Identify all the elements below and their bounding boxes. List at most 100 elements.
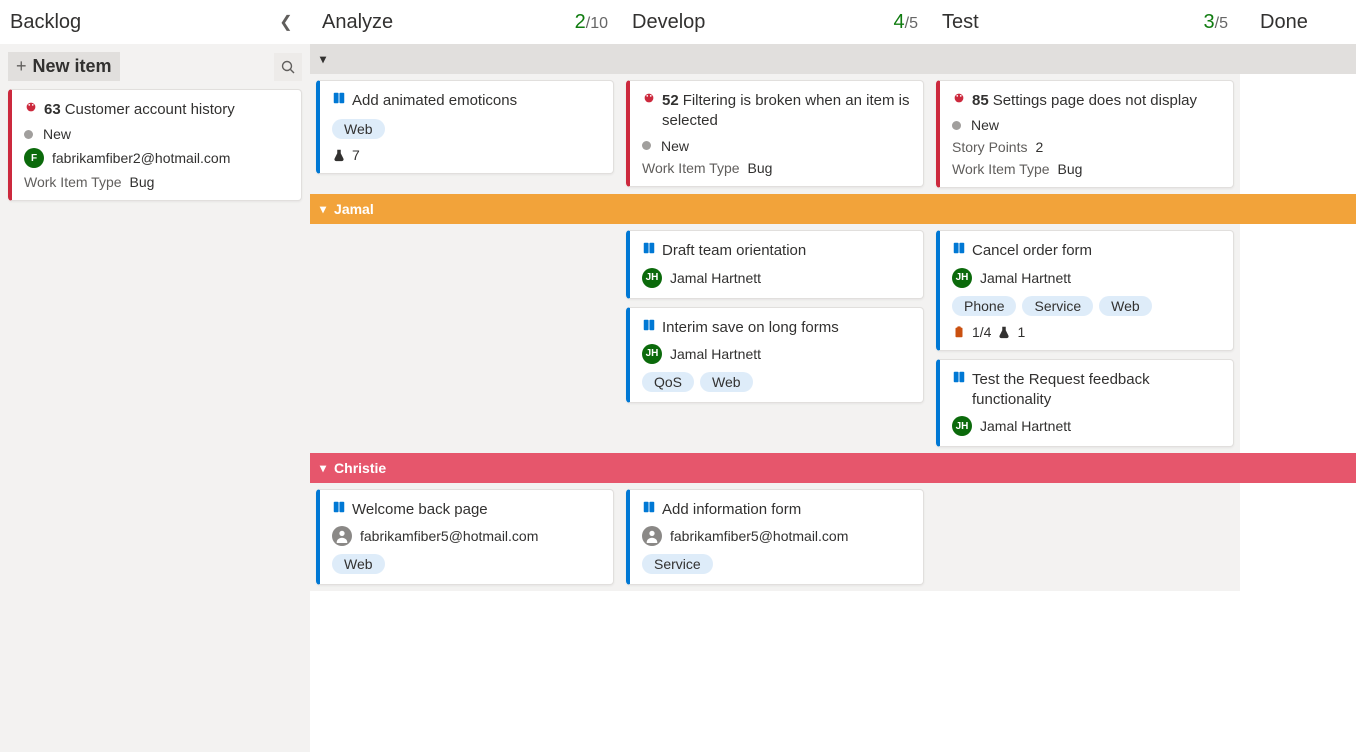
column-header-done: Done (1240, 0, 1356, 44)
field-value: Bug (130, 174, 155, 190)
new-item-label: New item (33, 56, 112, 77)
story-icon (952, 370, 966, 384)
story-icon (332, 91, 346, 105)
tag: Web (332, 554, 385, 574)
avatar (332, 526, 352, 546)
wip-counter: 4/5 (894, 11, 918, 34)
cell-develop-jamal: Draft team orientation JHJamal Hartnett … (620, 224, 930, 453)
cell-done-unassigned (1240, 74, 1356, 194)
collapse-backlog-icon[interactable]: ❮ (274, 12, 298, 32)
wip-counter: 2/10 (575, 11, 608, 34)
assignee: Jamal Hartnett (670, 270, 761, 286)
card-analyze-welcome[interactable]: Welcome back page fabrikamfiber5@hotmail… (316, 489, 614, 585)
chevron-down-icon: ▾ (320, 52, 326, 66)
cell-analyze-christie: Welcome back page fabrikamfiber5@hotmail… (310, 483, 620, 591)
card-backlog-63[interactable]: 63Customer account history New Ffabrikam… (8, 89, 302, 201)
swimlane-header-unassigned[interactable]: ▾ (310, 44, 1356, 74)
chevron-down-icon: ▾ (320, 202, 326, 216)
chevron-down-icon: ▾ (320, 461, 326, 475)
field-label: Work Item Type (642, 160, 740, 176)
tag: Service (642, 554, 713, 574)
field-value: Bug (1058, 161, 1083, 177)
cell-test-jamal: Cancel order form JHJamal Hartnett Phone… (930, 224, 1240, 453)
plus-icon: + (16, 56, 27, 77)
checklist-icon (952, 325, 966, 339)
card-develop-orientation[interactable]: Draft team orientation JHJamal Hartnett (626, 230, 924, 298)
field-value: 2 (1035, 139, 1043, 155)
bug-icon (952, 91, 966, 105)
avatar: JH (952, 268, 972, 288)
flask-icon (997, 325, 1011, 339)
new-item-button[interactable]: + New item (8, 52, 120, 81)
field-value: Bug (748, 160, 773, 176)
field-label: Work Item Type (24, 174, 122, 190)
assignee: fabrikamfiber5@hotmail.com (360, 528, 538, 544)
story-icon (952, 241, 966, 255)
column-header-analyze: Analyze 2/10 (310, 0, 620, 44)
cell-develop-unassigned: 52Filtering is broken when an item is se… (620, 74, 930, 194)
card-analyze-emoticons[interactable]: Add animated emoticons Web 7 (316, 80, 614, 174)
assignee: Jamal Hartnett (980, 270, 1071, 286)
swimlane-name: Christie (334, 460, 386, 476)
avatar: JH (642, 344, 662, 364)
cell-analyze-jamal (310, 224, 620, 453)
test-count: 1 (1017, 324, 1025, 340)
cell-analyze-unassigned: Add animated emoticons Web 7 (310, 74, 620, 194)
tag: QoS (642, 372, 694, 392)
card-test-feedback[interactable]: Test the Request feedback functionality … (936, 359, 1234, 448)
state-value: New (43, 126, 71, 142)
bug-icon (24, 100, 38, 114)
assignee: fabrikamfiber5@hotmail.com (670, 528, 848, 544)
column-title: Test (942, 11, 979, 34)
card-develop-interim-save[interactable]: Interim save on long forms JHJamal Hartn… (626, 307, 924, 403)
wip-counter: 3/5 (1204, 11, 1228, 34)
field-label: Work Item Type (952, 161, 1050, 177)
column-header-develop: Develop 4/5 (620, 0, 930, 44)
column-title: Develop (632, 11, 705, 34)
state-value: New (661, 138, 689, 154)
bug-icon (642, 91, 656, 105)
card-develop-add-info[interactable]: Add information form fabrikamfiber5@hotm… (626, 489, 924, 585)
avatar: JH (642, 268, 662, 288)
search-icon (281, 60, 295, 74)
state-dot-icon (952, 121, 961, 130)
avatar: F (24, 148, 44, 168)
swimlane-header-christie[interactable]: ▾ Christie (310, 453, 1356, 483)
cell-done-christie (1240, 483, 1356, 591)
tag: Web (700, 372, 753, 392)
person-icon (645, 529, 659, 543)
assignee: Jamal Hartnett (980, 418, 1071, 434)
state-dot-icon (24, 130, 33, 139)
tag: Service (1022, 296, 1093, 316)
swimlane-name: Jamal (334, 201, 374, 217)
column-header-test: Test 3/5 (930, 0, 1240, 44)
card-test-85[interactable]: 85Settings page does not display New Sto… (936, 80, 1234, 188)
column-title: Done (1260, 11, 1308, 34)
tag: Phone (952, 296, 1016, 316)
tag: Web (1099, 296, 1152, 316)
column-header-backlog: Backlog ❮ (0, 0, 310, 44)
assignee: fabrikamfiber2@hotmail.com (52, 150, 230, 166)
column-title: Analyze (322, 11, 393, 34)
search-button[interactable] (274, 53, 302, 81)
column-title: Backlog (10, 11, 81, 34)
story-icon (642, 241, 656, 255)
assignee: Jamal Hartnett (670, 346, 761, 362)
story-icon (332, 500, 346, 514)
backlog-column: + New item 63Customer account history Ne… (0, 44, 310, 752)
test-count: 7 (352, 147, 360, 163)
avatar (642, 526, 662, 546)
cell-test-unassigned: 85Settings page does not display New Sto… (930, 74, 1240, 194)
checklist-value: 1/4 (972, 324, 991, 340)
card-test-cancel-order[interactable]: Cancel order form JHJamal Hartnett Phone… (936, 230, 1234, 350)
cell-done-jamal (1240, 224, 1356, 453)
swimlane-header-jamal[interactable]: ▾ Jamal (310, 194, 1356, 224)
avatar: JH (952, 416, 972, 436)
card-develop-52[interactable]: 52Filtering is broken when an item is se… (626, 80, 924, 187)
flask-icon (332, 148, 346, 162)
cell-develop-christie: Add information form fabrikamfiber5@hotm… (620, 483, 930, 591)
story-icon (642, 500, 656, 514)
cell-test-christie (930, 483, 1240, 591)
field-label: Story Points (952, 139, 1027, 155)
story-icon (642, 318, 656, 332)
